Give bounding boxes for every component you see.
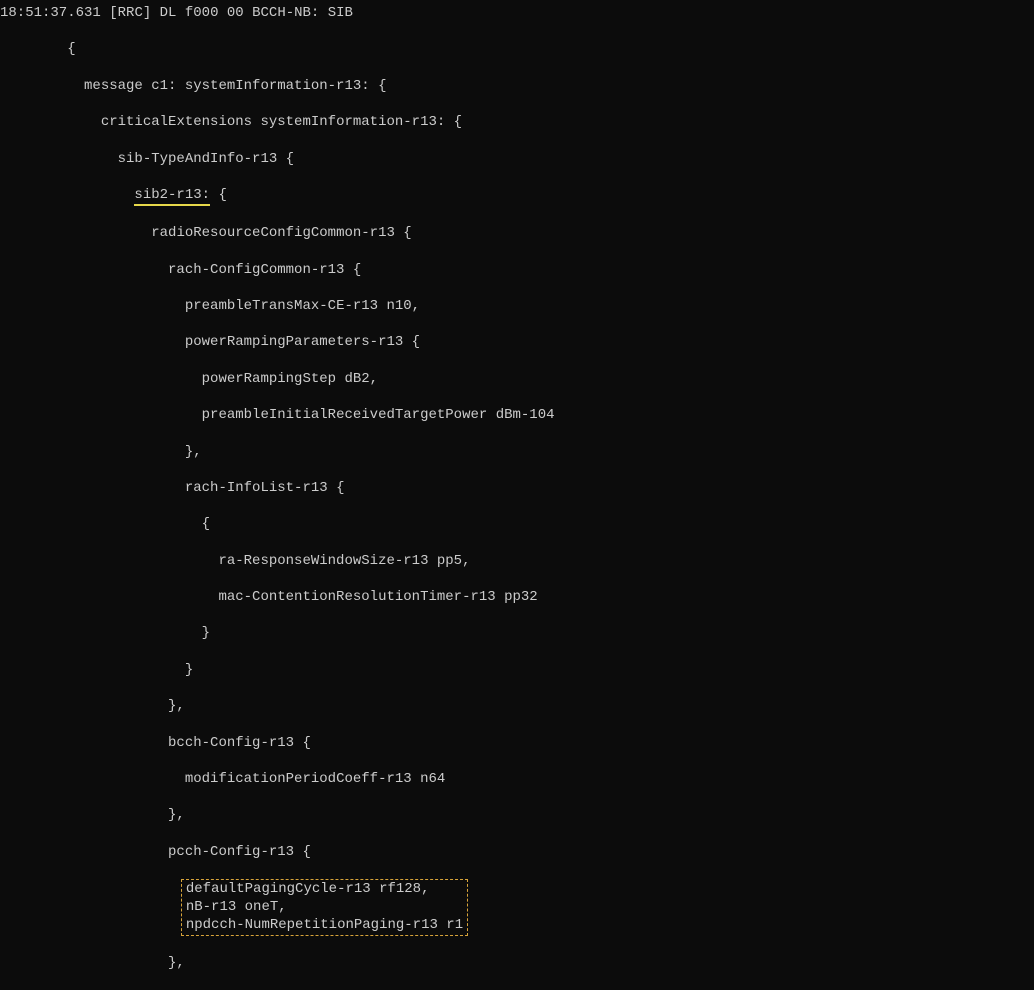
log-code2: 00 bbox=[227, 5, 244, 21]
close-brace-3: } bbox=[185, 662, 193, 678]
modper-line: modificationPeriodCoeff-r13 n64 bbox=[185, 771, 445, 787]
close-brace-2: } bbox=[202, 625, 210, 641]
log-output: 18:51:37.631 [RRC] DL f000 00 BCCH-NB: S… bbox=[0, 0, 1034, 990]
brace-open-2: { bbox=[202, 516, 210, 532]
log-channel: BCCH-NB: bbox=[252, 5, 319, 21]
close-brace-5: }, bbox=[168, 807, 185, 823]
pirt-line: preambleInitialReceivedTargetPower dBm-1… bbox=[202, 407, 555, 423]
prs-line: powerRampingStep dB2, bbox=[202, 371, 378, 387]
def-paging-line: defaultPagingCycle-r13 rf128, bbox=[186, 881, 430, 897]
log-code1: f000 bbox=[185, 5, 219, 21]
close-brace-1: }, bbox=[185, 444, 202, 460]
sib-type-line: sib-TypeAndInfo-r13 { bbox=[118, 151, 294, 167]
log-tag: [RRC] bbox=[109, 5, 151, 21]
close-brace-4: }, bbox=[168, 698, 185, 714]
rach-info-line: rach-InfoList-r13 { bbox=[185, 480, 345, 496]
sib2-r13-label: sib2-r13: bbox=[134, 186, 210, 206]
prp-line: powerRampingParameters-r13 { bbox=[185, 334, 420, 350]
log-msgtype: SIB bbox=[328, 5, 353, 21]
npdcch-line: npdcch-NumRepetitionPaging-r13 r1 bbox=[186, 917, 463, 933]
close-brace-6: }, bbox=[168, 955, 185, 971]
sib2-open: { bbox=[210, 187, 227, 203]
bcch-line: bcch-Config-r13 { bbox=[168, 735, 311, 751]
message-line: message c1: systemInformation-r13: { bbox=[84, 78, 386, 94]
log-direction: DL bbox=[160, 5, 177, 21]
pcch-highlight-box: defaultPagingCycle-r13 rf128, nB-r13 one… bbox=[181, 879, 468, 936]
nB-line: nB-r13 oneT, bbox=[186, 899, 287, 915]
timestamp: 18:51:37.631 bbox=[0, 5, 101, 21]
rach-config-line: rach-ConfigCommon-r13 { bbox=[168, 262, 361, 278]
ra-resp-line: ra-ResponseWindowSize-r13 pp5, bbox=[218, 553, 470, 569]
preamble-line: preambleTransMax-CE-r13 n10, bbox=[185, 298, 420, 314]
brace-open: { bbox=[67, 41, 75, 57]
rrcc-line: radioResourceConfigCommon-r13 { bbox=[151, 225, 411, 241]
crit-ext-line: criticalExtensions systemInformation-r13… bbox=[101, 114, 462, 130]
mac-cont-line: mac-ContentionResolutionTimer-r13 pp32 bbox=[218, 589, 537, 605]
log-header-line: 18:51:37.631 [RRC] DL f000 00 BCCH-NB: S… bbox=[0, 4, 1034, 22]
pcch-line: pcch-Config-r13 { bbox=[168, 844, 311, 860]
